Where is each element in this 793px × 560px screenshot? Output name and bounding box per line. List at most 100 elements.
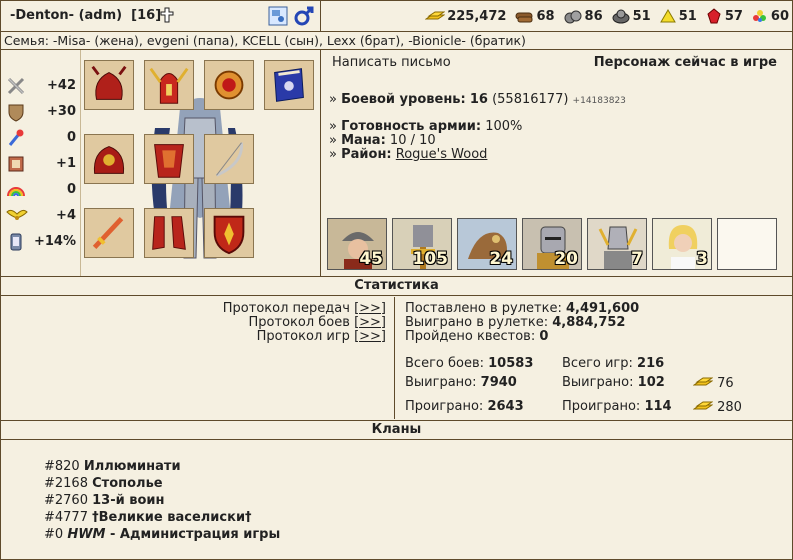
clan-row[interactable]: #2168 Стополье xyxy=(44,475,280,492)
statistics-panel: Поставлено в рулетке: 4,491,600 Выиграно… xyxy=(395,297,793,419)
gold-icon xyxy=(692,401,714,410)
armor-icon xyxy=(154,144,184,178)
stat-spellpower: 0 xyxy=(6,126,78,150)
protocol-battles: Протокол боев [>>] xyxy=(248,315,386,330)
online-status: Персонаж сейчас в игре xyxy=(593,55,777,70)
luck-icon xyxy=(7,187,25,197)
shield-icon xyxy=(213,215,245,255)
gold-icon xyxy=(425,11,446,20)
gems-value: 60 xyxy=(770,8,789,24)
army-slots: 45 105 24 20 7 3 xyxy=(327,218,783,270)
protocol-transfers-link[interactable]: [>>] xyxy=(354,301,386,316)
stat-initiative-value: +14% xyxy=(33,234,76,249)
unit-archer[interactable]: 45 xyxy=(327,218,387,270)
wood-icon xyxy=(515,12,533,23)
ore-value: 86 xyxy=(584,8,603,24)
stat-luck-value: 0 xyxy=(66,182,76,197)
gold-icon xyxy=(692,377,714,386)
equipment-panel xyxy=(80,50,321,276)
morale-icon xyxy=(6,209,28,220)
resources-bar: 225,472 68 86 51 51 57 60 xyxy=(420,8,789,24)
gold-won: 76 xyxy=(692,375,734,391)
protocol-battles-link[interactable]: [>>] xyxy=(354,315,386,330)
unit-angel[interactable]: 3 xyxy=(652,218,712,270)
mana-line: » Мана: 10 / 10 xyxy=(329,133,436,148)
slot-weapon[interactable] xyxy=(84,208,134,258)
gold-value: 225,472 xyxy=(447,8,507,24)
clan-row[interactable]: #820 Иллюминати xyxy=(44,458,280,475)
family-line: Семья: -Misa- (жена), evgeni (папа), KCE… xyxy=(0,32,793,50)
games-total: Всего игр: 216 xyxy=(562,356,665,371)
slot-helmet-left[interactable] xyxy=(84,60,134,110)
slot-bow[interactable] xyxy=(204,134,254,184)
combat-exp: (55816177) xyxy=(492,92,569,107)
district-link[interactable]: Rogue's Wood xyxy=(396,147,488,162)
unit-crusader[interactable]: 20 xyxy=(522,218,582,270)
slot-shield[interactable] xyxy=(204,208,254,258)
slot-armor[interactable] xyxy=(144,134,194,184)
protocols-panel: Протокол передач [>>] Протокол боев [>>]… xyxy=(0,297,395,419)
slot-amulet[interactable] xyxy=(204,60,254,110)
combat-exp-gain: +14183823 xyxy=(572,96,626,106)
unit-knight-count: 105 xyxy=(412,249,449,269)
clans-list: #820 Иллюминати #2168 Стополье #2760 13-… xyxy=(44,458,280,543)
character-info: Написать письмо Персонаж сейчас в игре »… xyxy=(321,50,793,276)
player-name[interactable]: -Denton- (adm) [16] xyxy=(10,8,161,23)
cross-icon xyxy=(160,7,174,23)
hero-stats: +42 +30 0 +1 0 +4 +14% xyxy=(0,50,81,276)
write-letter-link[interactable]: Написать письмо xyxy=(332,55,451,70)
district-label: Район: xyxy=(341,147,392,162)
player-nick[interactable]: -Denton- (adm) xyxy=(10,8,122,23)
slot-shoulder[interactable] xyxy=(84,134,134,184)
army-ready-value: 100% xyxy=(485,119,523,134)
stat-morale: +4 xyxy=(6,204,78,228)
stat-defense-value: +30 xyxy=(47,104,76,119)
games-lost: Проиграно: 114 xyxy=(562,399,672,414)
crystals-icon xyxy=(707,8,721,24)
battles-total: Всего боев: 10583 xyxy=(405,356,534,371)
mana-value: 10 / 10 xyxy=(389,133,436,148)
unit-knight[interactable]: 105 xyxy=(392,218,452,270)
district-line: » Район: Rogue's Wood xyxy=(329,147,488,162)
unit-griffin-count: 24 xyxy=(489,249,513,269)
wood-value: 68 xyxy=(536,8,555,24)
male-icon xyxy=(294,6,314,26)
knowledge-icon xyxy=(8,156,24,172)
attack-icon xyxy=(7,77,25,95)
mail-card-icon[interactable] xyxy=(268,6,288,26)
unit-griffin[interactable]: 24 xyxy=(457,218,517,270)
unit-empty-slot[interactable] xyxy=(717,218,777,270)
battles-lost: Проиграно: 2643 xyxy=(405,399,524,414)
battles-won: Выиграно: 7940 xyxy=(405,375,517,390)
header-player: -Denton- (adm) [16] xyxy=(0,0,321,32)
army-ready-label: Готовность армии: xyxy=(341,119,482,134)
stat-knowledge: +1 xyxy=(6,152,78,176)
protocol-games-link[interactable]: [>>] xyxy=(354,329,386,344)
mana-label: Мана: xyxy=(341,133,386,148)
spellbook-icon xyxy=(274,68,304,102)
unit-crusader-count: 20 xyxy=(554,249,578,269)
combat-level-value: 16 xyxy=(469,92,488,107)
wood-resource: 68 xyxy=(514,8,555,24)
initiative-icon xyxy=(10,233,22,251)
unit-paladin[interactable]: 7 xyxy=(587,218,647,270)
clan-row[interactable]: #0 HWM - Администрация игры xyxy=(44,526,280,543)
slot-boots[interactable] xyxy=(144,208,194,258)
slot-head[interactable] xyxy=(144,60,194,110)
boots-icon xyxy=(152,216,186,250)
ore-resource: 86 xyxy=(563,8,603,24)
unit-paladin-count: 7 xyxy=(631,249,643,269)
games-won: Выиграно: 102 xyxy=(562,375,665,390)
slot-book[interactable] xyxy=(264,60,314,110)
winged-helmet-icon xyxy=(149,67,189,104)
stat-defense: +30 xyxy=(6,100,78,124)
clan-row[interactable]: #2760 13-й воин xyxy=(44,492,280,509)
stat-attack: +42 xyxy=(6,74,78,98)
clan-row[interactable]: #4777 †Великие васелиски† xyxy=(44,509,280,526)
gold-resource: 225,472 xyxy=(425,9,506,24)
demon-pauldron-icon xyxy=(93,146,125,174)
protocol-games: Протокол игр [>>] xyxy=(256,329,386,344)
quests-done: Пройдено квестов: 0 xyxy=(405,329,549,344)
stat-morale-value: +4 xyxy=(56,208,76,223)
sulfur-value: 51 xyxy=(678,8,697,24)
